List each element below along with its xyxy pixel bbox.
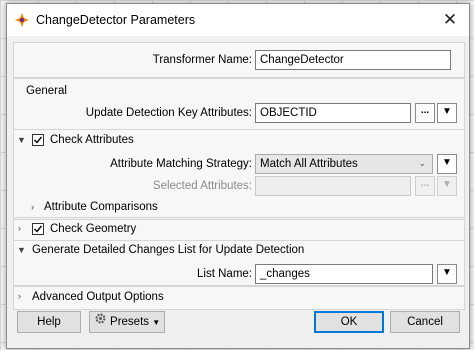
check-geometry-checkbox[interactable] <box>32 223 44 235</box>
chevron-down-icon: ▼ <box>152 318 161 328</box>
parameters-dialog: ChangeDetector Parameters ✕ Transformer … <box>6 3 470 349</box>
general-group: General Update Detection Key Attributes:… <box>13 78 465 130</box>
matching-strategy-label: Attribute Matching Strategy: <box>110 158 252 170</box>
advanced-output-label[interactable]: Advanced Output Options <box>32 291 164 303</box>
matching-strategy-value: Match All Attributes <box>260 158 358 170</box>
selected-attributes-browse-button: ... <box>415 176 435 196</box>
selected-attributes-input <box>255 176 411 196</box>
checkmark-icon <box>34 136 42 144</box>
transformer-name-input[interactable]: ChangeDetector <box>255 50 451 70</box>
close-icon[interactable]: ✕ <box>439 9 461 31</box>
expand-caret-icon[interactable]: › <box>18 291 21 301</box>
list-name-input[interactable]: _changes <box>255 264 433 284</box>
check-geometry-label: Check Geometry <box>50 223 137 235</box>
presets-button[interactable]: Presets ▼ <box>89 311 165 333</box>
matching-strategy-menu-button[interactable]: ▼ <box>437 154 457 174</box>
expand-caret-icon[interactable]: › <box>18 223 21 233</box>
selected-attributes-label: Selected Attributes: <box>152 180 252 192</box>
help-button[interactable]: Help <box>17 311 81 333</box>
check-attributes-checkbox[interactable] <box>32 134 44 146</box>
update-keys-label: Update Detection Key Attributes: <box>85 107 252 119</box>
update-keys-menu-button[interactable]: ▼ <box>437 103 457 123</box>
list-name-menu-button[interactable]: ▼ <box>437 264 457 284</box>
detailed-changes-label: Generate Detailed Changes List for Updat… <box>32 244 305 256</box>
presets-label: Presets <box>110 316 150 329</box>
fme-app-icon <box>14 12 30 28</box>
window-title: ChangeDetector Parameters <box>36 13 196 27</box>
title-bar[interactable]: ChangeDetector Parameters ✕ <box>7 4 469 36</box>
chevron-down-icon: ⌄ <box>418 158 426 168</box>
selected-attributes-menu-button: ▼ <box>437 176 457 196</box>
collapse-caret-icon[interactable]: ▼ <box>17 245 26 255</box>
update-keys-input[interactable]: OBJECTID <box>255 103 411 123</box>
cancel-button[interactable]: Cancel <box>390 311 460 333</box>
check-attributes-group: ▼ Check Attributes Attribute Matching St… <box>13 129 465 218</box>
update-keys-browse-button[interactable]: ... <box>415 103 435 123</box>
transformer-name-group: Transformer Name: ChangeDetector <box>13 42 465 78</box>
list-name-label: List Name: <box>197 268 252 280</box>
collapse-caret-icon[interactable]: ▼ <box>17 135 26 145</box>
check-attributes-label: Check Attributes <box>50 134 134 146</box>
detailed-changes-group: ▼ Generate Detailed Changes List for Upd… <box>13 240 465 286</box>
general-label: General <box>26 85 67 97</box>
expand-caret-icon[interactable]: › <box>31 202 34 212</box>
checkmark-icon <box>34 225 42 233</box>
advanced-output-group: › Advanced Output Options <box>13 286 465 310</box>
gear-icon <box>94 312 107 332</box>
check-geometry-group: › Check Geometry <box>13 219 465 241</box>
attribute-comparisons-label[interactable]: Attribute Comparisons <box>44 201 158 213</box>
transformer-name-label: Transformer Name: <box>152 54 252 66</box>
matching-strategy-select[interactable]: Match All Attributes ⌄ <box>255 154 433 174</box>
ok-button[interactable]: OK <box>314 311 384 333</box>
